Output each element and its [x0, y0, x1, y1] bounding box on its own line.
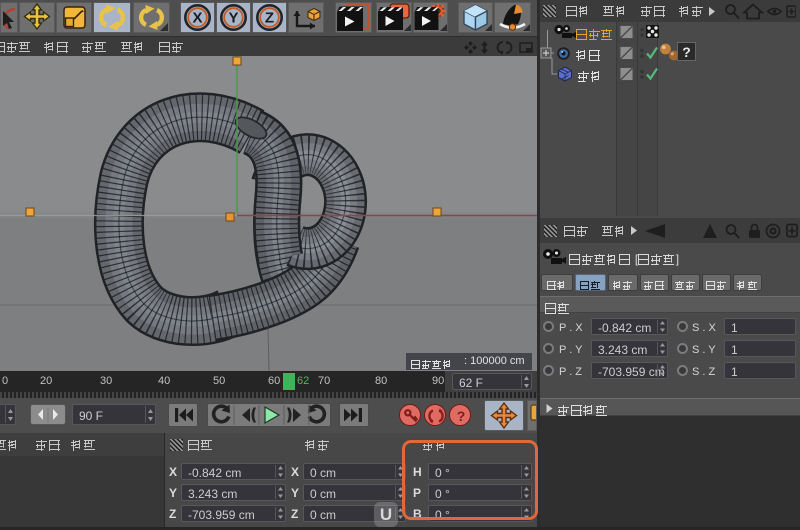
svg-text:Z: Z [265, 10, 274, 27]
svg-text:X: X [192, 10, 202, 27]
svg-text:Y: Y [228, 10, 238, 27]
